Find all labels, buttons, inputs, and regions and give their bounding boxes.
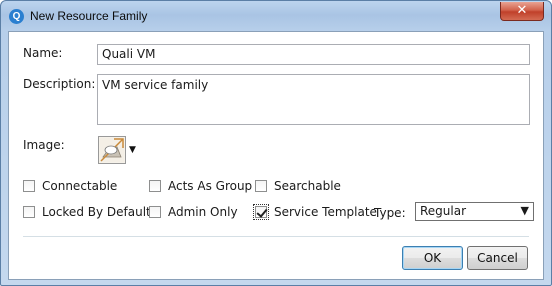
connectable-checkbox[interactable]: Connectable [23, 179, 117, 193]
type-selected-value: Regular [420, 204, 467, 218]
dialog-content: Name: Quali VM Description: VM service f… [8, 31, 544, 280]
ok-button[interactable]: OK [402, 246, 463, 270]
connectable-label: Connectable [42, 179, 118, 193]
checkbox-box[interactable] [23, 206, 35, 218]
title-bar[interactable]: Q New Resource Family ✕ [1, 1, 551, 31]
dialog-title: New Resource Family [30, 9, 148, 23]
checkbox-box[interactable] [149, 206, 161, 218]
service-template-checkbox[interactable]: Service Template [253, 204, 377, 220]
description-label: Description: [23, 77, 96, 91]
acts-as-group-checkbox[interactable]: Acts As Group [149, 179, 252, 193]
image-dropdown-arrow-icon[interactable]: ▼ [129, 145, 136, 155]
checkbox-box[interactable] [149, 180, 161, 192]
checkbox-box[interactable] [23, 180, 35, 192]
admin-only-label: Admin Only [168, 205, 238, 219]
checkbox-box[interactable] [255, 180, 267, 192]
chevron-down-icon: ▼ [520, 204, 529, 217]
image-icon [100, 138, 124, 162]
searchable-label: Searchable [274, 179, 341, 193]
cancel-button[interactable]: Cancel [467, 246, 528, 270]
image-preview-icon[interactable] [98, 136, 126, 164]
close-button[interactable]: ✕ [500, 2, 544, 21]
name-input[interactable]: Quali VM [97, 44, 530, 65]
type-select[interactable]: Regular ▼ [415, 202, 534, 221]
divider [23, 236, 529, 237]
searchable-checkbox[interactable]: Searchable [255, 179, 341, 193]
acts-as-group-label: Acts As Group [168, 179, 253, 193]
type-label: Type: [374, 206, 406, 220]
app-logo-icon: Q [9, 9, 24, 24]
checkbox-box-checked[interactable] [253, 204, 269, 220]
locked-by-default-checkbox[interactable]: Locked By Default [23, 205, 151, 219]
admin-only-checkbox[interactable]: Admin Only [149, 205, 238, 219]
description-input[interactable]: VM service family [97, 74, 530, 125]
dialog-window: Q New Resource Family ✕ Name: Quali VM D… [0, 0, 552, 286]
name-label: Name: [23, 46, 63, 60]
locked-by-default-label: Locked By Default [42, 205, 151, 219]
image-label: Image: [23, 138, 65, 152]
service-template-label: Service Template [274, 205, 377, 219]
